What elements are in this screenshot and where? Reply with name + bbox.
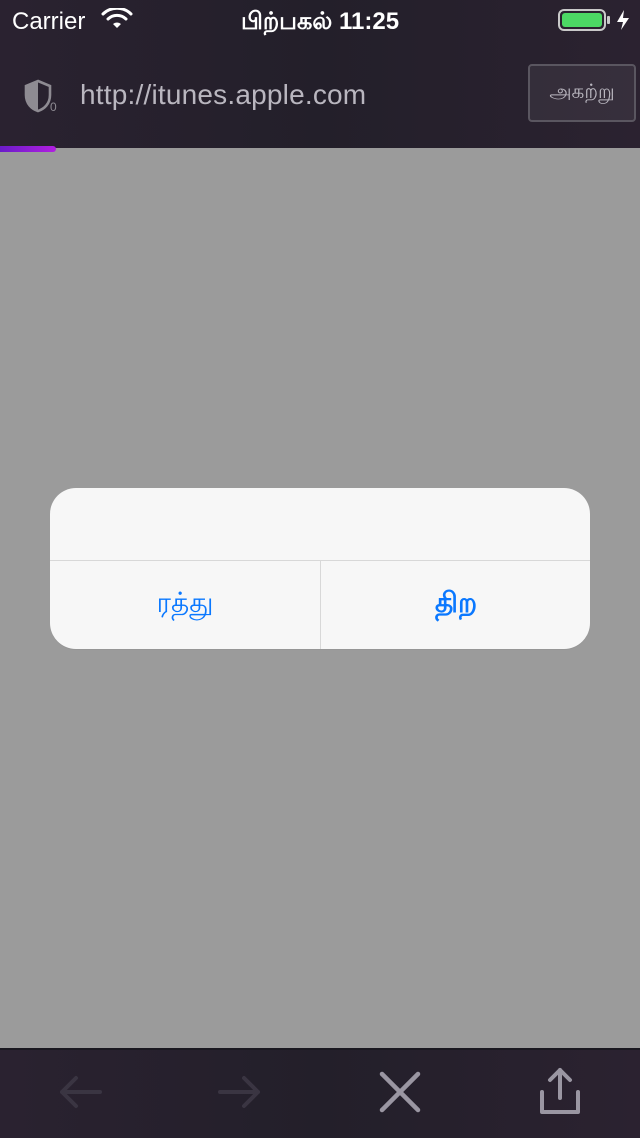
svg-text:0: 0 <box>50 100 57 114</box>
charging-bolt-icon <box>617 10 629 30</box>
browser-header: Carrier பிற்பகல் 11:25 0 http://itunes.a… <box>0 0 640 152</box>
dialog-message-area <box>50 488 590 560</box>
url-text[interactable]: http://itunes.apple.com <box>80 79 366 111</box>
page-load-progress <box>0 146 56 152</box>
shield-icon[interactable]: 0 <box>22 78 58 114</box>
forward-arrow-icon <box>218 1076 260 1108</box>
close-icon <box>379 1071 421 1113</box>
battery-icon <box>558 9 610 31</box>
share-button[interactable] <box>530 1064 590 1120</box>
status-time: பிற்பகல் 11:25 <box>240 8 400 35</box>
open-button[interactable]: திற <box>321 561 590 649</box>
forward-button[interactable] <box>210 1064 270 1120</box>
share-icon <box>540 1068 580 1114</box>
status-bar: Carrier பிற்பகல் 11:25 <box>0 0 640 40</box>
stop-button[interactable] <box>370 1064 430 1120</box>
back-arrow-icon <box>60 1076 102 1108</box>
back-button[interactable] <box>50 1064 110 1120</box>
cancel-button[interactable]: ரத்து <box>50 561 320 649</box>
close-page-button[interactable]: அகற்று <box>528 64 636 122</box>
open-in-app-dialog: ரத்து திற <box>50 488 590 649</box>
